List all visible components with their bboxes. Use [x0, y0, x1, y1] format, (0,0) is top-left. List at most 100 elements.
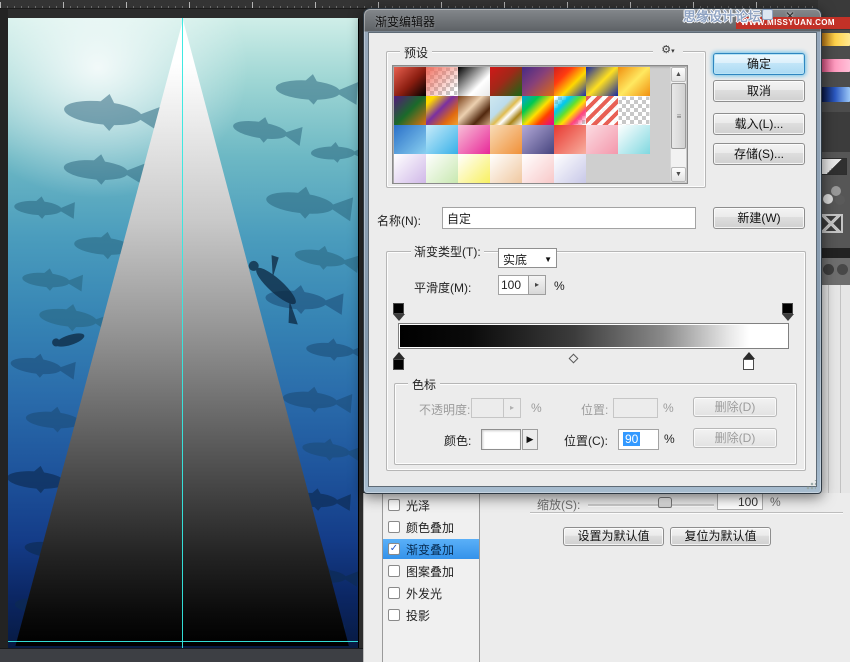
gradient-preset-swatch[interactable] [522, 154, 554, 183]
color-position-percent: % [664, 432, 675, 446]
gradient-preset-swatch[interactable] [426, 96, 458, 125]
position-label: 位置: [581, 401, 608, 418]
stops-groupbox: 色标 [394, 383, 797, 465]
gradient-editor-dialog: 渐变编辑器 ✕ 预设 ⚙▾ ▲ ≡ ▼ 确定 取消 载入(L)... 存储(S)… [363, 8, 822, 494]
gradient-preset-swatch[interactable] [618, 67, 650, 96]
color-balance-icon[interactable] [823, 186, 849, 208]
gradient-preset-swatch[interactable] [586, 125, 618, 154]
document-canvas[interactable] [8, 18, 358, 648]
resize-grip[interactable] [806, 480, 816, 490]
right-panel-background [818, 112, 850, 152]
color-label: 颜色: [444, 432, 471, 449]
opacity-stop-right[interactable] [781, 303, 794, 321]
checked-checkbox-icon[interactable]: ✓ [388, 543, 400, 555]
delete-color-button: 删除(D) [693, 428, 777, 448]
stop-color-swatch[interactable] [481, 429, 521, 450]
dialog-title: 渐变编辑器 [375, 13, 435, 30]
color-picker-arrow-icon[interactable]: ▶ [522, 429, 538, 450]
layer-style-dialog-edge [818, 285, 850, 494]
layer-style-item-图案叠加[interactable]: 图案叠加 [383, 561, 479, 581]
gradient-preset-swatch[interactable] [458, 96, 490, 125]
gradient-preset-swatch[interactable] [522, 96, 554, 125]
panel-divider [818, 248, 850, 258]
layer-style-item-label: 外发光 [406, 585, 442, 602]
checkbox[interactable] [388, 587, 400, 599]
gradient-preset-strip-orange[interactable] [820, 33, 850, 46]
gradient-preset-swatch[interactable] [394, 67, 426, 96]
layer-style-item-光泽[interactable]: 光泽 [383, 495, 479, 515]
gradient-preset-swatch[interactable] [554, 96, 586, 125]
gradient-preset-swatch[interactable] [554, 154, 586, 183]
checkbox[interactable] [388, 499, 400, 511]
gradient-preset-swatch[interactable] [394, 154, 426, 183]
presets-scrollbar[interactable]: ▲ ≡ ▼ [670, 67, 686, 182]
levels-adjustment-icon[interactable] [821, 158, 847, 175]
gradient-preset-swatch[interactable] [490, 125, 522, 154]
gradient-preset-swatch[interactable] [554, 125, 586, 154]
vertical-guide-line [182, 18, 183, 648]
gradient-presets-list: ▲ ≡ ▼ [392, 65, 688, 184]
gradient-preset-swatch[interactable] [586, 67, 618, 96]
gradient-preset-swatch[interactable] [490, 96, 522, 125]
layer-style-list: 光泽颜色叠加✓渐变叠加图案叠加外发光投影 [382, 493, 480, 662]
scroll-down-icon[interactable]: ▼ [671, 167, 686, 182]
layer-style-item-投影[interactable]: 投影 [383, 605, 479, 625]
horizontal-guide-line [8, 641, 358, 642]
gradient-preset-swatch[interactable] [522, 125, 554, 154]
gradient-preset-swatch[interactable] [554, 67, 586, 96]
stops-label: 色标 [408, 376, 440, 393]
panel-strip [818, 258, 850, 285]
layer-style-item-颜色叠加[interactable]: 颜色叠加 [383, 517, 479, 537]
scale-value-field[interactable]: 100 [717, 493, 763, 510]
opacity-stop-left[interactable] [392, 303, 405, 321]
gradient-preset-swatch[interactable] [618, 125, 650, 154]
scroll-up-icon[interactable]: ▲ [671, 67, 686, 82]
color-position-label: 位置(C): [564, 432, 608, 449]
layer-style-item-外发光[interactable]: 外发光 [383, 583, 479, 603]
gradient-preset-swatch[interactable] [426, 67, 458, 96]
color-stop-white-selected[interactable] [742, 352, 755, 370]
cancel-button[interactable]: 取消 [713, 80, 805, 102]
new-button[interactable]: 新建(W) [713, 207, 805, 229]
checkbox[interactable] [388, 521, 400, 533]
gradient-preset-swatch[interactable] [394, 125, 426, 154]
name-label: 名称(N): [377, 212, 421, 229]
checkbox[interactable] [388, 565, 400, 577]
gradient-preset-swatch[interactable] [618, 96, 650, 125]
gradient-preset-swatch[interactable] [458, 67, 490, 96]
reset-default-button[interactable]: 复位为默认值 [670, 527, 771, 546]
gradient-preset-swatch[interactable] [490, 154, 522, 183]
layer-style-item-label: 光泽 [406, 497, 430, 514]
gradient-preset-strip-pink[interactable] [820, 59, 850, 72]
scrollbar-thumb[interactable]: ≡ [671, 83, 686, 149]
type-label: 渐变类型(T): [411, 243, 484, 260]
gradient-type-dropdown[interactable]: 实底 ▼ [498, 248, 557, 268]
load-button[interactable]: 载入(L)... [713, 113, 805, 135]
scale-slider-track[interactable] [588, 504, 714, 507]
gradient-preset-swatch[interactable] [458, 154, 490, 183]
gradient-preset-swatch[interactable] [586, 96, 618, 125]
position-percent: % [663, 401, 674, 415]
gradient-preset-swatch[interactable] [426, 154, 458, 183]
gradient-preview-bar[interactable] [398, 323, 789, 349]
gradient-preset-strip-blue[interactable] [820, 87, 850, 102]
ok-button[interactable]: 确定 [713, 53, 805, 75]
color-position-input[interactable]: 90 [618, 429, 659, 450]
set-default-button[interactable]: 设置为默认值 [563, 527, 664, 546]
gradient-preset-swatch[interactable] [426, 125, 458, 154]
name-input[interactable] [442, 207, 696, 229]
gradient-map-icon[interactable] [819, 214, 843, 233]
scale-slider-thumb[interactable] [658, 497, 672, 508]
opacity-slider-arrow-icon: ▸ [503, 398, 521, 418]
color-stop-black[interactable] [392, 352, 405, 370]
smoothness-input[interactable] [498, 275, 529, 295]
gradient-preset-swatch[interactable] [522, 67, 554, 96]
smoothness-slider-arrow-icon[interactable]: ▸ [528, 275, 546, 295]
gradient-preset-swatch[interactable] [458, 125, 490, 154]
presets-menu-gear-icon[interactable]: ⚙▾ [653, 43, 683, 58]
save-button[interactable]: 存储(S)... [713, 143, 805, 165]
gradient-preset-swatch[interactable] [394, 96, 426, 125]
gradient-preset-swatch[interactable] [490, 67, 522, 96]
layer-style-item-渐变叠加[interactable]: ✓渐变叠加 [383, 539, 479, 559]
checkbox[interactable] [388, 609, 400, 621]
